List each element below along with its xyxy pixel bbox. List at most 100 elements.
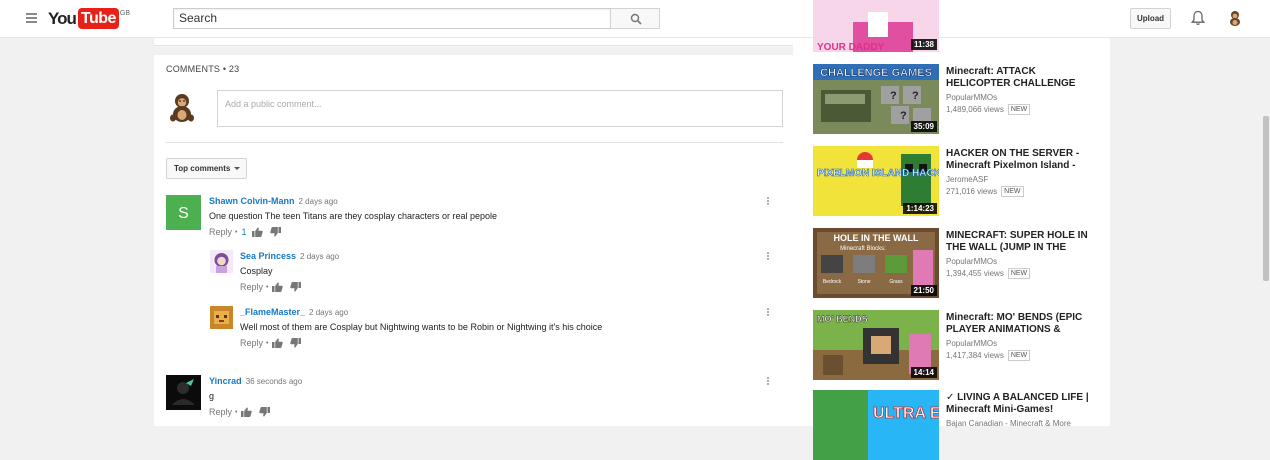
new-badge: NEW xyxy=(1007,104,1031,115)
user-avatar[interactable] xyxy=(1226,9,1244,27)
video-title[interactable]: MINECRAFT: SUPER HOLE IN THE WALL (JUMP … xyxy=(946,230,1096,254)
current-user-avatar xyxy=(166,91,198,123)
video-thumbnail[interactable]: HOLE IN THE WALL Minecraft Blocks: Bedrock… xyxy=(813,228,939,298)
video-thumbnail[interactable]: PIXELMON ISLAND HACKER!? 1:14:23 xyxy=(813,146,939,216)
video-channel[interactable]: PopularMMOs xyxy=(946,93,997,102)
comment-time[interactable]: 2 days ago xyxy=(299,197,338,206)
video-thumbnail[interactable]: MO' BENDS 14:14 xyxy=(813,310,939,380)
related-video[interactable]: ULTRA EPIC ✓ LIVING A BALANCED LIFE | Mi… xyxy=(813,390,1103,460)
thumbs-up-icon[interactable] xyxy=(252,227,264,237)
reply-button[interactable]: Reply xyxy=(240,338,263,348)
page-scrollbar[interactable] xyxy=(1262,38,1270,426)
related-video[interactable]: PIXELMON ISLAND HACKER!? 1:14:23 HACKER … xyxy=(813,146,1103,216)
comment-text: One question The teen Titans are they co… xyxy=(209,211,498,221)
add-comment-placeholder: Add a public comment... xyxy=(225,99,322,109)
comment-author[interactable]: _FlameMaster_ 2 days ago xyxy=(240,307,348,317)
video-thumbnail[interactable]: CHALLENGE GAMES??? 35:09 xyxy=(813,64,939,134)
thumbnail-label: Bedrock xyxy=(823,279,842,285)
comment-actions: Reply • xyxy=(240,338,308,348)
author-name[interactable]: Shawn Colvin-Mann xyxy=(209,196,295,206)
upload-button[interactable]: Upload xyxy=(1130,8,1171,29)
thumbs-up-icon[interactable] xyxy=(272,338,284,348)
separator-dot: • xyxy=(235,228,238,236)
comment-actions: Reply • xyxy=(240,282,308,292)
thumbs-down-icon[interactable] xyxy=(290,338,302,348)
thumbs-down-icon[interactable] xyxy=(270,227,282,237)
notifications-bell-icon[interactable] xyxy=(1191,10,1205,26)
more-options-icon[interactable] xyxy=(767,377,770,386)
related-video[interactable]: YOUR DADDY 11:38 xyxy=(813,0,1103,52)
comment-author[interactable]: Shawn Colvin-Mann 2 days ago xyxy=(209,196,338,206)
related-video[interactable]: HOLE IN THE WALL Minecraft Blocks: Bedrock… xyxy=(813,228,1103,298)
new-badge: NEW xyxy=(1001,186,1024,197)
commenter-avatar[interactable]: S xyxy=(166,195,201,230)
more-options-icon[interactable] xyxy=(767,197,770,206)
comment-thread: S Shawn Colvin-Mann 2 days ago One questi… xyxy=(166,195,783,245)
comments-section: COMMENTS • 23 Add a public comment... To… xyxy=(154,55,793,426)
video-duration: 21:50 xyxy=(910,285,937,296)
commenter-avatar[interactable] xyxy=(166,375,201,410)
sort-label: Top comments xyxy=(174,164,231,173)
video-title[interactable]: Minecraft: ATTACK HELICOPTER CHALLENGE xyxy=(946,66,1096,90)
thumbnail-text: PIXELMON ISLAND HACKER!? xyxy=(817,168,939,179)
video-thumbnail[interactable]: ULTRA EPIC xyxy=(813,390,939,460)
reply-button[interactable]: Reply xyxy=(209,407,232,417)
video-channel[interactable]: JeromeASF xyxy=(946,175,988,184)
comment-time[interactable]: 36 seconds ago xyxy=(246,377,303,386)
video-title[interactable]: HACKER ON THE SERVER - Minecraft Pixelmo… xyxy=(946,148,1096,172)
video-thumbnail[interactable]: YOUR DADDY 11:38 xyxy=(813,0,939,52)
view-count: 1,394,455 views xyxy=(946,269,1004,278)
region-label: GB xyxy=(119,10,131,17)
related-video[interactable]: MO' BENDS 14:14 Minecraft: MO' BENDS (EP… xyxy=(813,310,1103,380)
youtube-logo[interactable]: You Tube GB xyxy=(48,8,130,30)
thumbnail-label: Grass xyxy=(889,279,903,285)
video-title[interactable]: Minecraft: MO' BENDS (EPIC PLAYER ANIMAT… xyxy=(946,312,1096,336)
search-input[interactable]: Search xyxy=(173,8,611,29)
add-comment-input[interactable]: Add a public comment... xyxy=(217,90,783,127)
commenter-avatar[interactable] xyxy=(210,306,233,329)
video-title[interactable]: ✓ LIVING A BALANCED LIFE | Minecraft Min… xyxy=(946,392,1096,416)
related-video[interactable]: CHALLENGE GAMES??? 35:09 Minecraft: ATTA… xyxy=(813,64,1103,134)
comment-author[interactable]: Sea Princess 2 days ago xyxy=(240,251,339,261)
video-channel[interactable]: PopularMMOs xyxy=(946,339,997,348)
svg-text:?: ? xyxy=(900,110,907,122)
comment-text: Cosplay xyxy=(240,266,273,276)
view-count: 271,016 views xyxy=(946,187,998,196)
commenter-avatar[interactable] xyxy=(210,250,233,273)
menu-icon[interactable] xyxy=(26,13,37,23)
more-options-icon[interactable] xyxy=(767,308,770,317)
video-views: 1,489,066 views NEW xyxy=(946,104,1031,115)
comment-author[interactable]: Yincrad 36 seconds ago xyxy=(209,376,302,386)
logo-tube: Tube xyxy=(77,8,119,29)
new-badge: NEW xyxy=(1007,350,1031,361)
thumbs-down-icon[interactable] xyxy=(290,282,302,292)
sort-comments-dropdown[interactable]: Top comments xyxy=(166,158,247,179)
comments-count: • 23 xyxy=(222,64,240,74)
thumbs-up-icon[interactable] xyxy=(241,407,253,417)
avatar-letter: S xyxy=(178,205,189,222)
thumbnail-text: CHALLENGE GAMES xyxy=(820,67,932,79)
caret-down-icon xyxy=(234,167,240,170)
comment-time[interactable]: 2 days ago xyxy=(300,252,339,261)
thumbs-up-icon[interactable] xyxy=(272,282,284,292)
video-channel[interactable]: Bajan Canadian - Minecraft & More xyxy=(946,419,1071,428)
comment-time[interactable]: 2 days ago xyxy=(309,308,348,317)
comments-heading: COMMENTS • 23 xyxy=(166,64,239,74)
separator-dot: • xyxy=(266,283,269,291)
thumbs-down-icon[interactable] xyxy=(259,407,271,417)
reply-button[interactable]: Reply xyxy=(209,227,232,237)
more-options-icon[interactable] xyxy=(767,252,770,261)
reply-button[interactable]: Reply xyxy=(240,282,263,292)
author-name[interactable]: Yincrad xyxy=(209,376,242,386)
comment-reply: _FlameMaster_ 2 days ago Well most of the… xyxy=(210,306,783,356)
author-name[interactable]: Sea Princess xyxy=(240,251,296,261)
search-button[interactable] xyxy=(610,8,660,29)
video-channel[interactable]: PopularMMOs xyxy=(946,257,997,266)
monkey-avatar-icon xyxy=(170,94,194,122)
svg-text:?: ? xyxy=(890,90,897,102)
scrollbar-thumb[interactable] xyxy=(1263,116,1269,281)
author-name[interactable]: _FlameMaster_ xyxy=(240,307,305,317)
comment-text: Well most of them are Cosplay but Nightw… xyxy=(240,322,603,332)
svg-text:?: ? xyxy=(912,90,919,102)
thumbnail-text: ULTRA EPIC xyxy=(873,405,939,422)
